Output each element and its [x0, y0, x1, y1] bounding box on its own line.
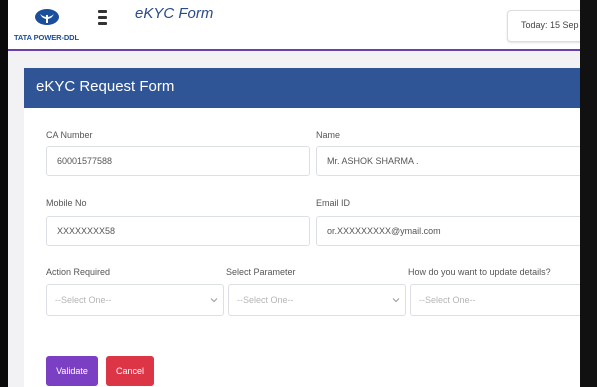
name-label: Name: [316, 130, 341, 140]
ca-number-field[interactable]: 60001577588: [46, 146, 310, 176]
tata-logo-icon: [35, 9, 59, 25]
ekyc-form-card: eKYC Request Form CA Number 60001577588 …: [24, 68, 580, 387]
brand-logo[interactable]: TATA POWER-DDL: [14, 4, 96, 44]
mobile-field[interactable]: XXXXXXXX58: [46, 216, 310, 246]
email-label: Email ID: [316, 198, 351, 208]
action-required-select[interactable]: --Select One--: [46, 284, 224, 316]
email-field[interactable]: or.XXXXXXXXX@ymail.com: [316, 216, 580, 246]
name-field[interactable]: Mr. ASHOK SHARMA .: [316, 146, 580, 176]
date-display: Today: 15 Sep 202: [507, 10, 580, 42]
form-header: eKYC Request Form: [24, 68, 580, 108]
select-parameter-label: Select Parameter: [226, 267, 296, 277]
cancel-button[interactable]: Cancel: [106, 356, 154, 386]
update-method-label: How do you want to update details?: [408, 267, 551, 277]
top-header: TATA POWER-DDL eKYC Form Today: 15 Sep 2…: [8, 0, 580, 51]
left-edge: [0, 0, 8, 387]
app-title: eKYC Form: [135, 5, 214, 22]
select-parameter-select[interactable]: --Select One--: [228, 284, 406, 316]
validate-button[interactable]: Validate: [46, 356, 98, 386]
brand-name: TATA POWER-DDL: [14, 33, 79, 42]
action-required-value: --Select One--: [55, 295, 112, 305]
chevron-down-icon: [210, 298, 218, 303]
ca-number-label: CA Number: [46, 130, 93, 140]
right-edge: [580, 0, 597, 387]
mobile-label: Mobile No: [46, 198, 87, 208]
update-method-select[interactable]: --Select One--: [410, 284, 580, 316]
form-title: eKYC Request Form: [36, 78, 175, 95]
select-parameter-value: --Select One--: [237, 295, 294, 305]
action-required-label: Action Required: [46, 267, 111, 277]
date-text: Today: 15 Sep 202: [521, 20, 580, 30]
menu-icon[interactable]: [98, 10, 107, 32]
chevron-down-icon: [392, 298, 400, 303]
app-frame: TATA POWER-DDL eKYC Form Today: 15 Sep 2…: [8, 0, 580, 387]
update-method-value: --Select One--: [419, 295, 476, 305]
